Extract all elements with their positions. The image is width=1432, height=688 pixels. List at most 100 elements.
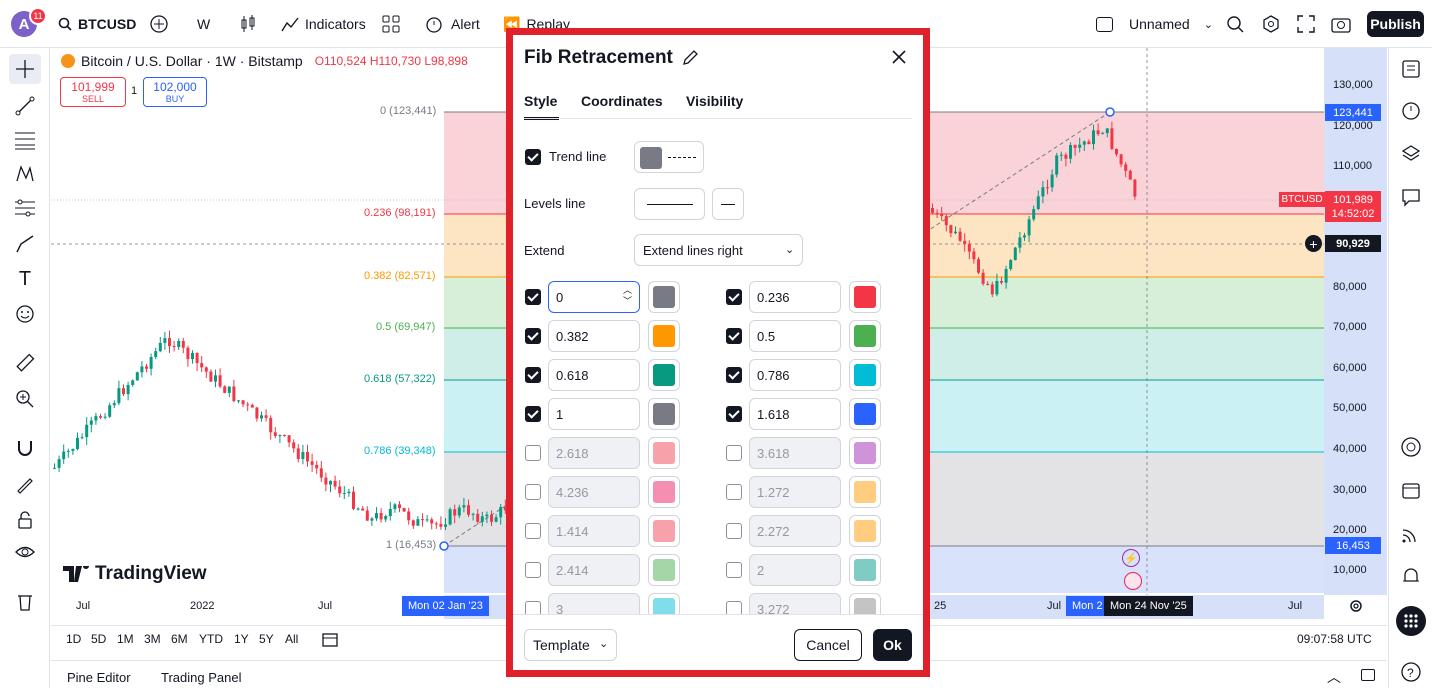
candle-body: [310, 461, 314, 465]
trend-line-icon[interactable]: [9, 91, 41, 121]
lock-icon[interactable]: [9, 505, 41, 535]
pattern-icon[interactable]: [9, 159, 41, 189]
indicators-button[interactable]: Indicators: [281, 12, 366, 36]
candle-body: [250, 404, 254, 408]
quick-search-icon[interactable]: [1226, 12, 1244, 36]
candle-body: [1133, 179, 1137, 197]
trash-icon[interactable]: [9, 587, 41, 617]
forecast-icon[interactable]: [9, 193, 41, 223]
period-ytd[interactable]: YTD: [199, 632, 223, 646]
calendar-icon[interactable]: [1397, 476, 1425, 504]
ruler-icon[interactable]: [9, 348, 41, 378]
text-tool-icon[interactable]: T: [9, 264, 41, 294]
candle-body: [85, 424, 89, 438]
layouts-grid-icon[interactable]: [382, 12, 400, 36]
compare-plus-icon[interactable]: [149, 12, 169, 36]
candle-body: [324, 477, 328, 485]
help-icon[interactable]: ?: [1397, 658, 1425, 686]
alarm-clock-icon[interactable]: [1397, 96, 1425, 124]
price-tick: 30,000: [1333, 484, 1367, 496]
candle-style-icon[interactable]: [240, 12, 256, 36]
publish-button[interactable]: Publish: [1367, 11, 1424, 37]
candle-body: [1064, 154, 1068, 159]
crosshair-icon[interactable]: [9, 54, 41, 84]
interval-button[interactable]: W: [197, 12, 210, 36]
candle-body: [935, 212, 939, 214]
collapse-up-icon[interactable]: ︿: [1327, 667, 1341, 687]
camera-icon[interactable]: [1331, 12, 1351, 36]
candle-body: [958, 231, 962, 241]
apps-grid-icon[interactable]: [1396, 606, 1426, 636]
sell-button[interactable]: 101,999 SELL: [60, 77, 126, 107]
candle-body: [1082, 141, 1086, 145]
candle-body: [1124, 164, 1128, 171]
period-6m[interactable]: 6M: [171, 632, 188, 646]
time-tick: Jul: [1288, 600, 1303, 612]
candle-body: [375, 512, 378, 519]
target-icon[interactable]: [1397, 433, 1425, 461]
candle-body: [1092, 130, 1095, 145]
candle-body: [241, 400, 245, 405]
chevron-down-icon: ⌄: [1203, 18, 1213, 31]
candle-body: [227, 386, 231, 393]
emoji-icon[interactable]: [9, 299, 41, 329]
us-flag-event-icon[interactable]: [1124, 572, 1142, 590]
symbol-search[interactable]: BTCUSD: [58, 12, 136, 36]
add-at-price-icon[interactable]: +: [1305, 235, 1322, 252]
candle-body: [430, 519, 434, 524]
period-1y[interactable]: 1Y: [234, 632, 249, 646]
candle-body: [388, 508, 392, 517]
eye-icon[interactable]: [9, 537, 41, 567]
maximize-panel-icon[interactable]: [1361, 669, 1375, 681]
candle-body: [425, 519, 429, 521]
candle-body: [485, 514, 489, 517]
time-marker-crosshair: Mon 24 Nov '25: [1104, 596, 1193, 616]
fib-label-0786: 0.786 (39,348): [364, 445, 436, 457]
fib-tool-icon[interactable]: [9, 125, 41, 155]
candle-body: [1018, 237, 1022, 248]
candle-body: [981, 272, 985, 284]
flash-event-icon[interactable]: ⚡: [1122, 549, 1140, 567]
candle-body: [411, 520, 415, 526]
candle-body: [434, 523, 438, 525]
candle-body: [71, 449, 75, 451]
date-range-icon[interactable]: [321, 630, 339, 648]
candle-body: [1036, 196, 1040, 210]
pine-editor-tab[interactable]: Pine Editor: [67, 670, 131, 685]
candle-body: [99, 416, 102, 418]
buy-label: BUY: [165, 94, 185, 104]
watchlist-icon[interactable]: [1397, 55, 1425, 83]
brush-icon[interactable]: [9, 229, 41, 259]
candle-body: [439, 523, 443, 527]
highlight-frame: [506, 28, 930, 677]
magnet-icon[interactable]: [9, 434, 41, 464]
lock-pencil-icon[interactable]: [9, 469, 41, 499]
candle-body: [191, 352, 194, 360]
time-tick: Jul: [76, 600, 91, 612]
candle-body: [1101, 133, 1105, 135]
period-1d[interactable]: 1D: [66, 632, 81, 646]
candle-body: [986, 283, 990, 285]
chart-settings-icon[interactable]: [1262, 12, 1280, 36]
buy-button[interactable]: 102,000 BUY: [143, 77, 207, 107]
zoom-in-icon[interactable]: [9, 384, 41, 414]
period-all[interactable]: All: [285, 632, 298, 646]
buy-price: 102,000: [153, 80, 197, 94]
candle-body: [1078, 144, 1082, 148]
period-5d[interactable]: 5D: [91, 632, 106, 646]
alert-button[interactable]: Alert: [425, 12, 480, 36]
settings-gear-icon[interactable]: [1348, 598, 1364, 614]
broadcast-icon[interactable]: [1397, 520, 1425, 548]
period-1m[interactable]: 1M: [117, 632, 134, 646]
period-5y[interactable]: 5Y: [259, 632, 274, 646]
chat-icon[interactable]: [1397, 183, 1425, 211]
bell-icon[interactable]: [1397, 562, 1425, 590]
fullscreen-icon[interactable]: [1297, 12, 1315, 36]
layout-name-button[interactable]: Unnamed ⌄: [1096, 12, 1213, 36]
candle-body: [1027, 219, 1031, 236]
instrument-legend[interactable]: Bitcoin / U.S. Dollar · 1W · Bitstamp O1…: [61, 53, 468, 69]
period-3m[interactable]: 3M: [144, 632, 161, 646]
trading-panel-tab[interactable]: Trading Panel: [161, 670, 241, 685]
clock[interactable]: 09:07:58 UTC: [1297, 632, 1372, 646]
layers-icon[interactable]: [1397, 140, 1425, 168]
